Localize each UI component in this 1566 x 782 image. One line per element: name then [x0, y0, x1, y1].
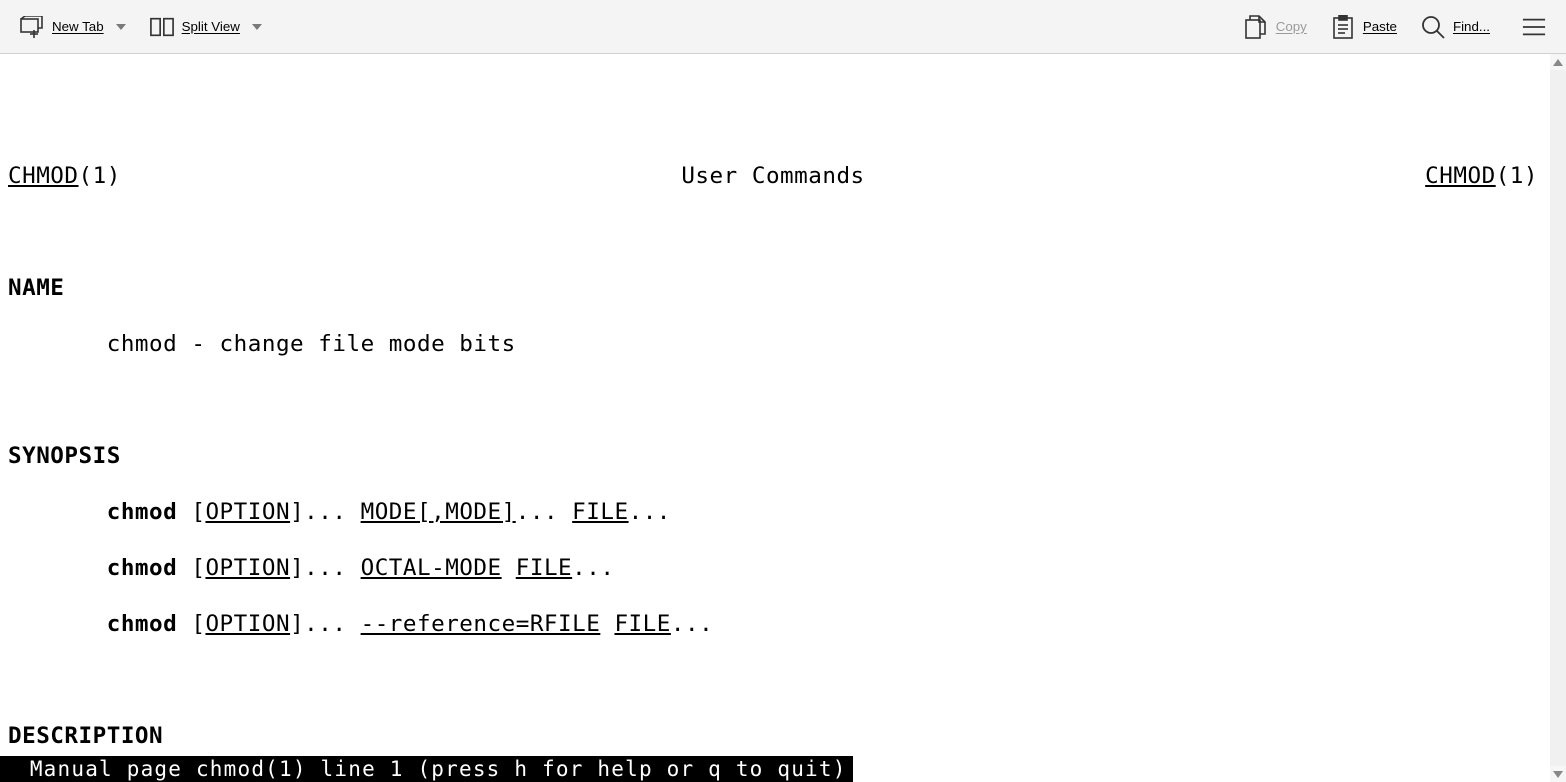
scroll-up-icon[interactable] [1550, 54, 1566, 70]
man-header-line: CHMOD(1) User Commands CHMOD(1) [8, 162, 1542, 190]
chevron-down-icon [252, 24, 262, 30]
section-synopsis: SYNOPSIS [8, 442, 1542, 470]
section-description: DESCRIPTION [8, 722, 1542, 750]
scroll-down-icon[interactable] [1550, 766, 1566, 782]
synopsis-line-1: chmod [OPTION]... MODE[,MODE]... FILE... [8, 498, 1542, 526]
new-tab-icon [20, 15, 44, 39]
search-icon [1421, 15, 1445, 39]
hamburger-icon [1522, 15, 1546, 39]
copy-label: Copy [1276, 19, 1307, 34]
terminal-toolbar: New Tab Split View Copy [0, 0, 1566, 54]
hamburger-menu-button[interactable] [1512, 9, 1556, 45]
section-name: NAME [8, 274, 1542, 302]
copy-button[interactable]: Copy [1234, 9, 1317, 45]
split-view-icon [150, 15, 174, 39]
man-ref-left: CHMOD(1) [8, 162, 121, 190]
new-tab-button[interactable]: New Tab [10, 9, 136, 45]
synopsis-line-3: chmod [OPTION]... --reference=RFILE FILE… [8, 610, 1542, 638]
split-view-label: Split View [182, 19, 240, 34]
man-section-center: User Commands [681, 162, 864, 190]
terminal-content: CHMOD(1) User Commands CHMOD(1) NAME chm… [0, 54, 1550, 782]
man-ref-right: CHMOD(1) [1425, 162, 1538, 190]
pager-status-bar: Manual page chmod(1) line 1 (press h for… [0, 756, 853, 782]
man-name-desc: chmod - change file mode bits [8, 330, 1542, 358]
synopsis-line-2: chmod [OPTION]... OCTAL-MODE FILE... [8, 554, 1542, 582]
find-label: Find... [1453, 19, 1490, 34]
chevron-down-icon [116, 24, 126, 30]
scrollbar[interactable] [1550, 54, 1566, 782]
terminal-pane[interactable]: CHMOD(1) User Commands CHMOD(1) NAME chm… [0, 54, 1566, 782]
paste-icon [1331, 15, 1355, 39]
split-view-button[interactable]: Split View [140, 9, 272, 45]
paste-button[interactable]: Paste [1321, 9, 1407, 45]
copy-icon [1244, 15, 1268, 39]
paste-label: Paste [1363, 19, 1397, 34]
new-tab-label: New Tab [52, 19, 104, 34]
find-button[interactable]: Find... [1411, 9, 1500, 45]
